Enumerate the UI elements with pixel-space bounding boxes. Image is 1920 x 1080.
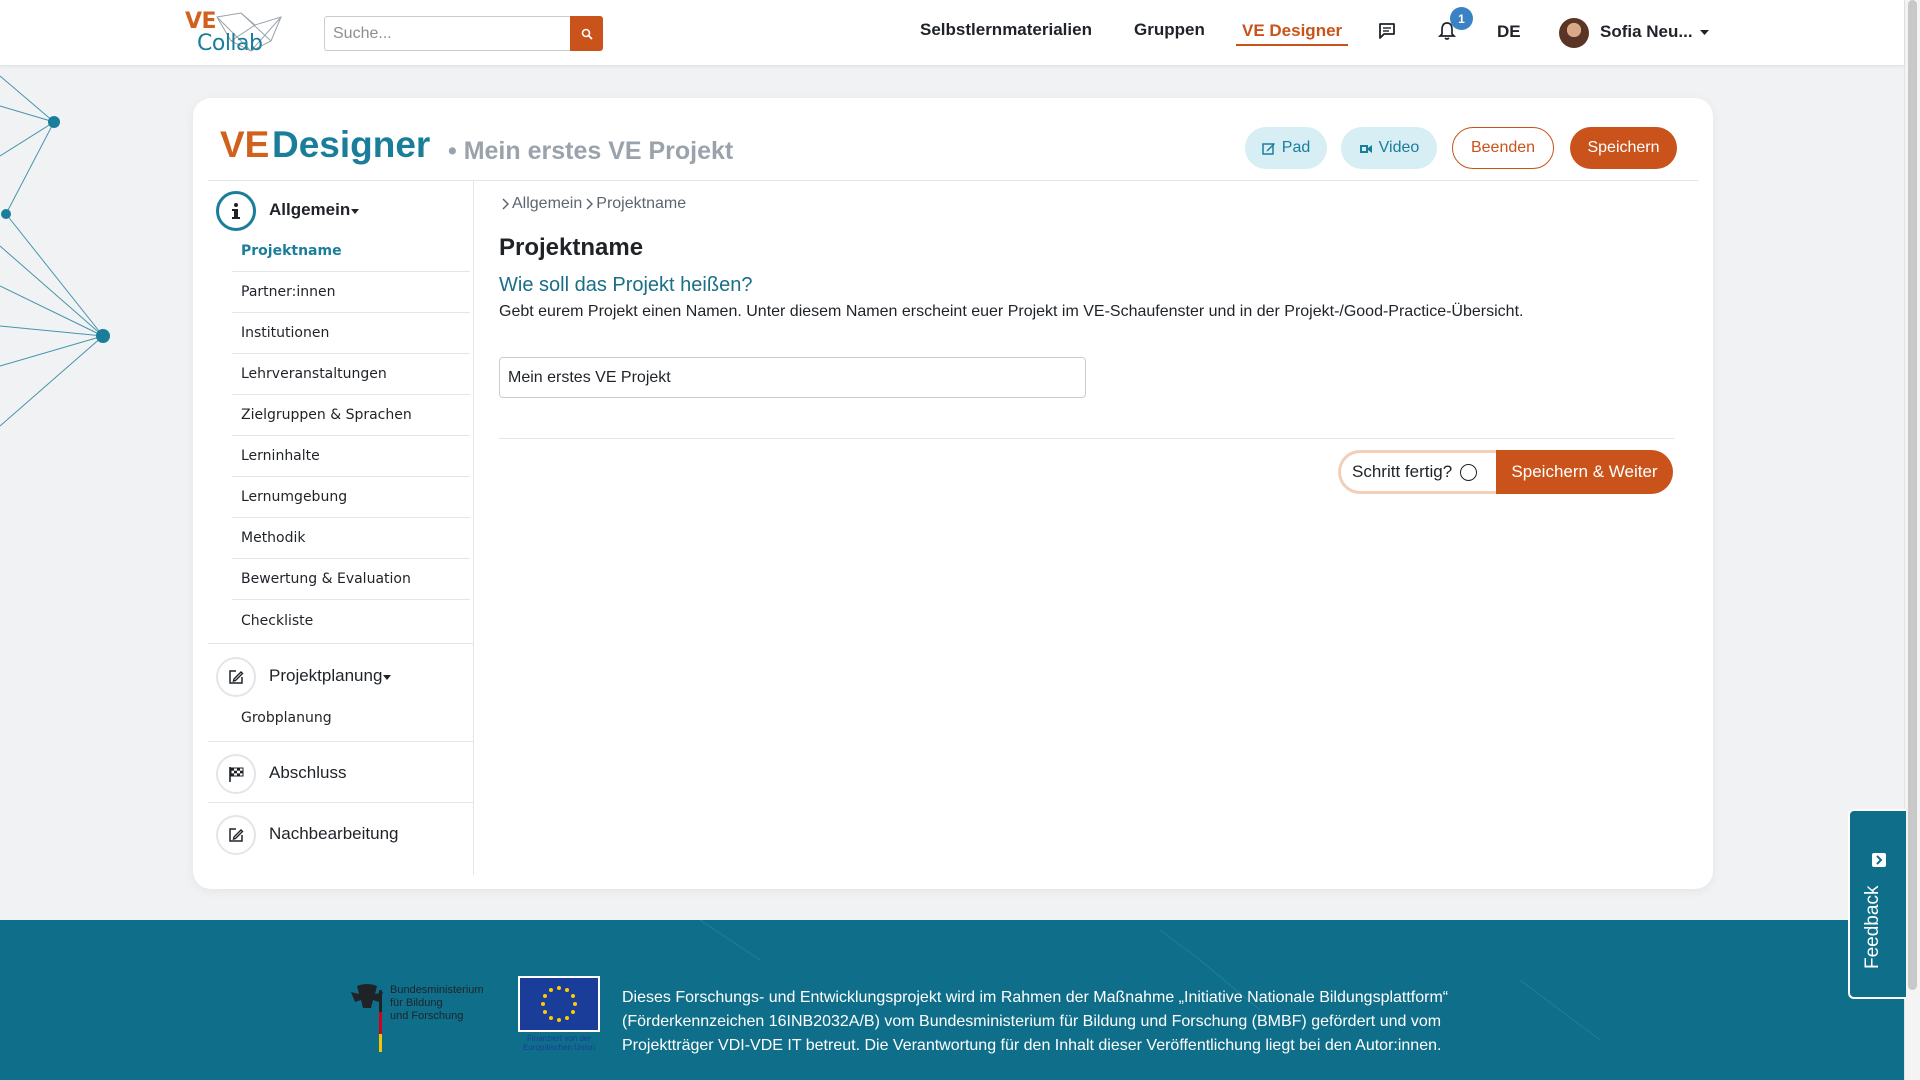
sidebar-item-zielgruppen-sprachen[interactable]: Zielgruppen & Sprachen	[232, 395, 470, 436]
sidebar-item-projektname[interactable]: Projektname	[232, 231, 470, 272]
caret-down-icon	[351, 209, 359, 214]
eu-caption: Finanziert von der Europäischen Union	[522, 1034, 596, 1052]
sidebar-item-grobplanung[interactable]: Grobplanung	[232, 697, 470, 738]
chevron-right-icon	[586, 198, 594, 210]
sidebar-item-checkliste[interactable]: Checkliste	[232, 600, 470, 641]
end-button[interactable]: Beenden	[1452, 127, 1554, 169]
video-button-label: Video	[1378, 139, 1420, 156]
edit-icon	[1262, 143, 1275, 155]
content-divider	[499, 438, 1674, 439]
breadcrumb-item-projektname[interactable]: Projektname	[596, 195, 686, 213]
sidebar-item-lernumgebung[interactable]: Lernumgebung	[232, 477, 470, 518]
pad-button-label: Pad	[1281, 139, 1311, 156]
breadcrumb-item-allgemein[interactable]: Allgemein	[512, 195, 582, 213]
video-button[interactable]: Video	[1341, 127, 1437, 169]
sidebar-divider	[208, 741, 474, 742]
caret-down-icon[interactable]	[1700, 30, 1709, 36]
step-done-toggle[interactable]: Schritt fertig?	[1338, 450, 1496, 494]
video-icon	[1359, 145, 1372, 153]
sidebar-section-allgemein[interactable]: Allgemein	[208, 185, 474, 237]
step-description: Gebt eurem Projekt einen Namen. Unter di…	[499, 303, 1524, 320]
sidebar-divider	[208, 802, 474, 803]
user-name[interactable]: Sofia Neu...	[1600, 22, 1693, 42]
footer: Bundesministerium für Bildung und Forsch…	[0, 920, 1904, 1080]
sidebar-section-label: Projektplanung	[269, 666, 383, 685]
step-done-label: Schritt fertig?	[1352, 462, 1453, 481]
notification-badge: 1	[1450, 7, 1473, 30]
scrollbar-thumb[interactable]	[1908, 0, 1917, 990]
breadcrumb: Allgemein Projektname	[501, 195, 686, 213]
step-question: Wie soll das Projekt heißen?	[499, 274, 753, 296]
info-icon	[216, 191, 256, 231]
avatar[interactable]	[1559, 18, 1589, 48]
search-icon	[581, 28, 593, 40]
logo-collab-text: Collab	[197, 31, 263, 56]
bmbf-text: Bundesministerium für Bildung und Forsch…	[390, 984, 484, 1022]
step-done-radio[interactable]	[1460, 463, 1478, 481]
project-name-input[interactable]	[499, 357, 1086, 398]
eu-flag	[518, 976, 600, 1032]
pencil-square-icon	[216, 657, 256, 697]
sidebar-item-lerninhalte[interactable]: Lerninhalte	[232, 436, 470, 477]
sidebar-section-label: Nachbearbeitung	[269, 824, 399, 843]
sidebar-item-bewertung-evaluation[interactable]: Bewertung & Evaluation	[232, 559, 470, 600]
pencil-square-icon	[216, 815, 256, 855]
nav-ve-designer[interactable]: VE Designer	[1236, 21, 1349, 46]
save-button[interactable]: Speichern	[1570, 127, 1677, 169]
caret-down-icon	[383, 675, 391, 680]
page-title-designer: Designer	[272, 124, 431, 165]
search-input[interactable]	[324, 16, 570, 51]
sidebar-item-lehrveranstaltungen[interactable]: Lehrveranstaltungen	[232, 354, 470, 395]
ve-designer-card: VE Designer • Mein erstes VE Projekt Pad…	[193, 98, 1713, 889]
step-actions: Schritt fertig? Speichern & Weiter	[1338, 450, 1673, 494]
search-bar	[324, 16, 603, 51]
eu-logo: Finanziert von der Europäischen Union	[518, 976, 600, 1056]
project-name-heading: • Mein erstes VE Projekt	[448, 137, 734, 165]
sidebar-section-nachbearbeitung[interactable]: Nachbearbeitung	[208, 809, 474, 861]
sidebar-section-projektplanung[interactable]: Projektplanung	[208, 651, 474, 703]
save-next-button[interactable]: Speichern & Weiter	[1496, 450, 1673, 494]
pad-button[interactable]: Pad	[1245, 127, 1327, 169]
checkered-flag-icon	[216, 754, 256, 794]
sidebar-divider	[208, 643, 474, 644]
language-selector[interactable]: DE	[1497, 22, 1521, 42]
step-title: Projektname	[499, 234, 644, 261]
nav-gruppen[interactable]: Gruppen	[1134, 20, 1205, 40]
sidebar-section-abschluss[interactable]: Abschluss	[208, 748, 474, 800]
nav-selbstlernmaterialien[interactable]: Selbstlernmaterialien	[920, 20, 1092, 40]
search-button[interactable]	[570, 16, 603, 51]
feedback-tab[interactable]: Feedback	[1848, 809, 1906, 999]
bmbf-logo: Bundesministerium für Bildung und Forsch…	[345, 982, 485, 1054]
decorative-network-graphic	[0, 75, 110, 427]
sidebar-item-institutionen[interactable]: Institutionen	[232, 313, 470, 354]
vecollab-logo[interactable]: VE Collab	[183, 9, 287, 57]
sidebar-section-label: Allgemein	[269, 200, 351, 219]
footer-funding-text: Dieses Forschungs- und Entwicklungsproje…	[622, 989, 1449, 1054]
page-scrollbar[interactable]	[1904, 0, 1920, 1080]
top-navigation-bar: VE Collab Selbstlernmaterialien Gruppen …	[0, 0, 1904, 66]
sidebar: Allgemein Projektname Partner:innen Inst…	[208, 181, 474, 875]
chevron-right-icon	[502, 198, 509, 210]
federal-eagle-icon	[351, 984, 383, 1052]
sidebar-section-label: Abschluss	[269, 763, 347, 782]
sidebar-item-methodik[interactable]: Methodik	[232, 518, 470, 559]
chat-icon[interactable]	[1378, 22, 1396, 40]
page-title-ve: VE	[220, 124, 270, 165]
sidebar-item-partner-innen[interactable]: Partner:innen	[232, 272, 470, 313]
feedback-label: Feedback	[1862, 885, 1883, 969]
external-link-icon	[1872, 853, 1886, 867]
